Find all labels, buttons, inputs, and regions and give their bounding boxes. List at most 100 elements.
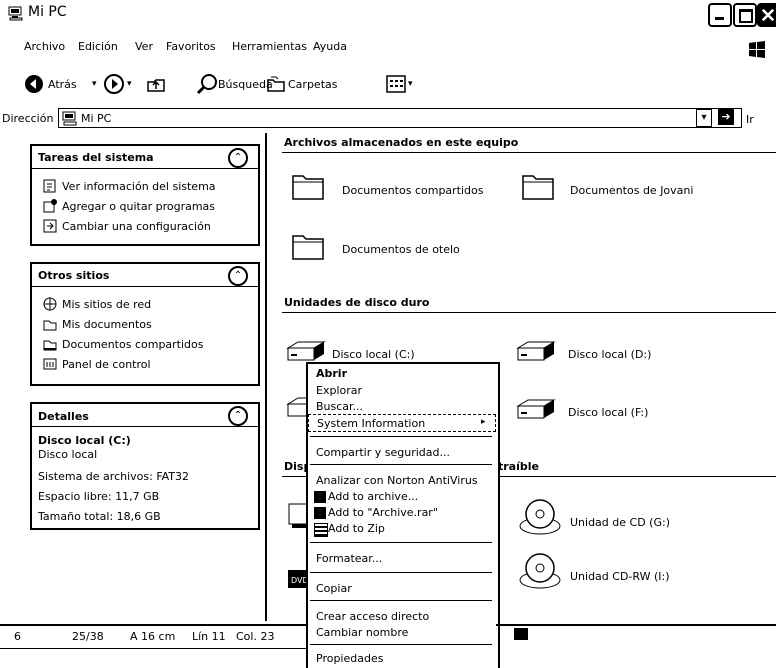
drive-label[interactable]: Unidad CD-RW (I:) [570,570,670,583]
panel-header[interactable]: Otros sitios ⌃ [32,264,258,287]
menu-item-add-zip[interactable]: Add to Zip [328,522,385,535]
menu-item-add-archive[interactable]: Add to archive... [328,490,418,503]
go-button-label[interactable]: Ir [746,113,754,126]
dropdown-arrow-icon[interactable]: ▾ [92,79,97,89]
system-task-link[interactable]: Cambiar una configuración [62,220,211,233]
panel-title: Tareas del sistema [38,151,154,164]
windows-logo-icon [746,38,768,60]
title-bar: Mi PC [0,0,776,27]
menu-item-label: System Information [317,417,426,430]
chevron-up-icon[interactable]: ⌃ [228,266,248,286]
menu-herramientas[interactable]: Herramientas [232,40,307,53]
menu-ayuda[interactable]: Ayuda [313,40,347,53]
menu-item-create-shortcut[interactable]: Crear acceso directo [316,610,429,623]
menu-item-add-rar[interactable]: Add to "Archive.rar" [328,506,438,519]
add-remove-programs-icon [42,198,58,217]
maximize-button[interactable] [733,3,757,27]
details-name: Disco local (C:) [38,434,131,447]
documents-icon [42,316,58,335]
control-panel-icon [42,356,58,375]
section-rule [282,152,776,153]
chevron-up-icon[interactable]: ⌃ [228,406,248,426]
other-places-panel: Otros sitios ⌃ Mis sitios de red Mis doc… [30,262,260,386]
views-icon[interactable] [386,74,406,97]
section-heading-end: traíble [498,460,539,473]
hard-drive-icon[interactable] [516,398,556,422]
details-type: Disco local [38,448,98,461]
menu-archivo[interactable]: Archivo [24,40,65,53]
panel-header[interactable]: Detalles ⌃ [32,404,258,427]
status-pages: 25/38 [72,630,104,643]
dropdown-arrow-icon[interactable]: ▾ [127,79,132,89]
back-button-label[interactable]: Atrás [48,78,77,91]
status-line: Lín 11 [192,630,226,643]
menu-item-format[interactable]: Formatear... [316,552,382,565]
menu-separator [310,464,492,465]
search-icon[interactable] [196,73,218,98]
folders-button-label[interactable]: Carpetas [288,78,337,91]
status-position: A 16 cm [130,630,176,643]
folders-icon[interactable] [266,74,286,97]
menu-item-copy[interactable]: Copiar [316,582,352,595]
chevron-down-icon[interactable]: ▾ [696,109,712,127]
minimize-button[interactable] [708,3,732,27]
place-link[interactable]: Documentos compartidos [62,338,204,351]
drive-label[interactable]: Disco local (F:) [568,406,648,419]
drive-label[interactable]: Disco local (C:) [332,348,415,361]
place-link[interactable]: Mis documentos [62,318,152,331]
section-rule [282,312,776,313]
menu-edicion[interactable]: Edición [78,40,118,53]
folder-icon[interactable] [290,168,326,204]
zip-icon [314,523,328,537]
address-bar: Dirección Mi PC ▾ ➔ [0,108,776,130]
back-arrow-icon[interactable] [24,74,44,97]
forward-arrow-icon[interactable] [104,74,124,97]
folder-label[interactable]: Documentos de Jovani [570,184,693,197]
panel-header[interactable]: Tareas del sistema ⌃ [32,146,258,169]
go-arrow-icon[interactable]: ➔ [718,109,734,125]
up-folder-icon[interactable] [146,74,166,97]
search-button-label[interactable]: Búsqueda [218,78,273,91]
change-setting-icon [42,218,58,237]
menu-item-open[interactable]: Abrir [316,367,347,380]
dropdown-arrow-icon[interactable]: ▾ [408,79,413,89]
status-column: Col. 23 [236,630,275,643]
hard-drive-icon[interactable] [286,340,326,364]
menu-item-norton-scan[interactable]: Analizar con Norton AntiVirus [316,474,478,487]
drive-label[interactable]: Unidad de CD (G:) [570,516,670,529]
menu-separator [310,572,492,573]
folder-icon[interactable] [520,168,556,204]
drive-label[interactable]: Disco local (D:) [568,348,651,361]
folder-label[interactable]: Documentos de otelo [342,243,460,256]
menu-separator [310,436,492,437]
place-link[interactable]: Mis sitios de red [62,298,151,311]
keyboard-icon [514,628,528,640]
system-tasks-panel: Tareas del sistema ⌃ Ver información del… [30,144,260,246]
menu-item-search[interactable]: Buscar... [316,400,363,413]
close-button[interactable] [757,3,776,27]
menu-item-explore[interactable]: Explorar [316,384,362,397]
menu-item-properties[interactable]: Propiedades [316,652,383,665]
cd-rw-drive-icon[interactable] [518,550,562,594]
menu-item-rename[interactable]: Cambiar nombre [316,626,408,639]
menu-item-system-information[interactable]: System Information ▸ [308,414,496,432]
address-field[interactable]: Mi PC [58,108,742,128]
menu-favoritos[interactable]: Favoritos [166,40,216,53]
menu-item-sharing[interactable]: Compartir y seguridad... [316,446,450,459]
system-task-link[interactable]: Ver información del sistema [62,180,216,193]
computer-icon [62,110,78,126]
cd-drive-icon[interactable] [518,496,562,540]
menu-ver[interactable]: Ver [135,40,153,53]
system-task-link[interactable]: Agregar o quitar programas [62,200,215,213]
folder-icon[interactable] [290,228,326,264]
chevron-up-icon[interactable]: ⌃ [228,148,248,168]
details-filesystem: Sistema de archivos: FAT32 [38,470,190,483]
hard-drive-icon[interactable] [516,340,556,364]
menu-separator [310,600,492,601]
place-link[interactable]: Panel de control [62,358,151,371]
submenu-arrow-icon: ▸ [481,417,486,427]
window-title: Mi PC [28,4,67,20]
network-icon [42,296,58,315]
folder-label[interactable]: Documentos compartidos [342,184,484,197]
menu-bar: Archivo Edición Ver Favoritos Herramient… [0,40,740,56]
